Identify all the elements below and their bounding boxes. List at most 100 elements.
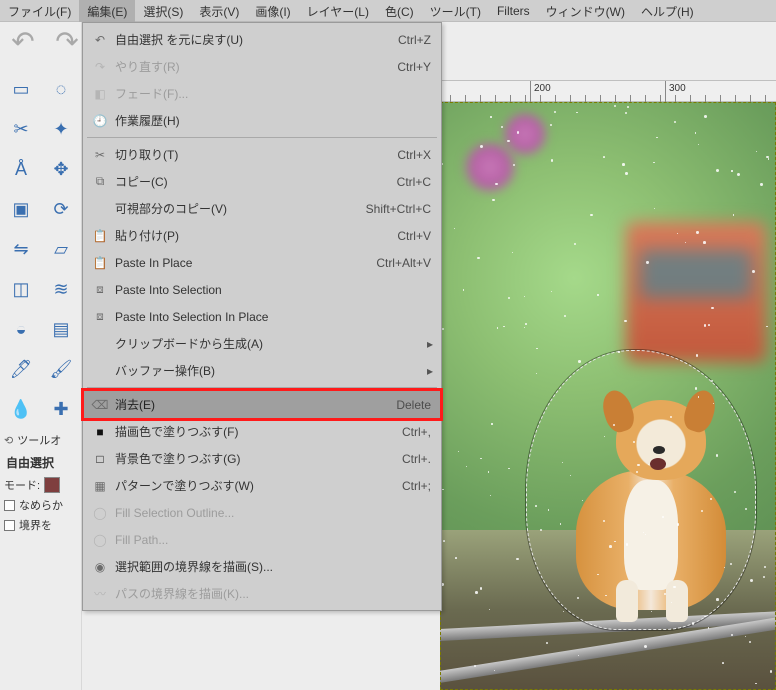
- tool-gradient[interactable]: ▤: [42, 310, 80, 348]
- current-tool-label: 自由選択: [0, 450, 78, 475]
- tool-options-panel: ⟲ ツールオ 自由選択 モード: なめらか 境界を: [0, 430, 78, 535]
- tool-brush[interactable]: 🖌: [42, 350, 80, 388]
- tool-fg-select[interactable]: ✦: [42, 110, 80, 148]
- tool-crop[interactable]: ▣: [2, 190, 40, 228]
- menu-7[interactable]: ツール(T): [422, 0, 489, 22]
- tool-rotate[interactable]: ⟳: [42, 190, 80, 228]
- menu-item[interactable]: ⧉コピー(C)Ctrl+C: [83, 168, 441, 195]
- undo-big-icon[interactable]: ↶: [6, 28, 40, 54]
- menu-item-label: Fill Path...: [111, 533, 431, 547]
- menu-4[interactable]: 画像(I): [247, 0, 298, 22]
- menu-item-label: パスの境界線を描画(K)...: [111, 585, 431, 602]
- menu-item[interactable]: 📋貼り付け(P)Ctrl+V: [83, 222, 441, 249]
- tool-free-select[interactable]: ◌: [42, 70, 80, 108]
- menu-item[interactable]: ⧈Paste Into Selection: [83, 276, 441, 303]
- menu-9[interactable]: ウィンドウ(W): [538, 0, 633, 22]
- copy-icon: ⧉: [89, 174, 111, 189]
- menu-3[interactable]: 表示(V): [191, 0, 247, 22]
- menu-item[interactable]: 可視部分のコピー(V)Shift+Ctrl+C: [83, 195, 441, 222]
- perspective-icon: ▱: [54, 239, 68, 260]
- canvas-bounds: [440, 102, 776, 690]
- menu-item[interactable]: 📋Paste In PlaceCtrl+Alt+V: [83, 249, 441, 276]
- menu-item-shortcut: Delete: [378, 398, 431, 412]
- feather-checkbox[interactable]: [4, 520, 15, 531]
- menu-item: ◯Fill Path...: [83, 526, 441, 553]
- tool-smudge[interactable]: 💧: [2, 390, 40, 428]
- tool-move[interactable]: ✥: [42, 150, 80, 188]
- crop-icon: ▣: [12, 199, 29, 220]
- menu-5[interactable]: レイヤー(L): [299, 0, 377, 22]
- menu-item[interactable]: 🕘作業履歴(H): [83, 107, 441, 134]
- redo-big-icon[interactable]: ↷: [50, 28, 84, 54]
- menu-8[interactable]: Filters: [489, 1, 538, 20]
- ink-icon: 🖊: [10, 359, 33, 380]
- heal-icon: ✚: [53, 399, 68, 420]
- menu-item-label: パターンで塗りつぶす(W): [111, 477, 384, 494]
- free-select-icon: ◌: [56, 79, 67, 100]
- mode-replace-icon[interactable]: [44, 477, 60, 493]
- menu-separator: [87, 387, 437, 388]
- tool-warp[interactable]: ≋: [42, 270, 80, 308]
- menu-1[interactable]: 編集(E): [79, 0, 135, 22]
- tool-measure[interactable]: Å: [2, 150, 40, 188]
- undo-icon: ↶: [89, 33, 111, 47]
- tool-scissors[interactable]: ✂: [2, 110, 40, 148]
- tool-ink[interactable]: 🖊: [2, 350, 40, 388]
- menu-item[interactable]: ⧈Paste Into Selection In Place: [83, 303, 441, 330]
- menu-item-shortcut: Shift+Ctrl+C: [348, 202, 431, 216]
- smudge-icon: 💧: [10, 399, 32, 420]
- menu-item-shortcut: Ctrl+V: [379, 229, 431, 243]
- menu-item[interactable]: ■描画色で塗りつぶす(F)Ctrl+,: [83, 418, 441, 445]
- mode-label: モード:: [4, 477, 40, 493]
- move-icon: ✥: [53, 159, 68, 180]
- menu-item-shortcut: Ctrl+.: [384, 452, 431, 466]
- menu-item[interactable]: ↶自由選択 を元に戻す(U)Ctrl+Z: [83, 26, 441, 53]
- feather-label: 境界を: [19, 517, 52, 533]
- menu-6[interactable]: 色(C): [377, 0, 422, 22]
- menu-item-label: 消去(E): [111, 396, 378, 413]
- tool-heal[interactable]: ✚: [42, 390, 80, 428]
- redo-icon: ↷: [89, 60, 111, 74]
- stroke-path-icon: 〰: [89, 585, 111, 602]
- menu-item[interactable]: ✂切り取り(T)Ctrl+X: [83, 141, 441, 168]
- menu-item[interactable]: クリップボードから生成(A)▸: [83, 330, 441, 357]
- menu-item[interactable]: ▦パターンで塗りつぶす(W)Ctrl+;: [83, 472, 441, 499]
- menu-item-label: Paste Into Selection In Place: [111, 310, 431, 324]
- menu-item-label: 背景色で塗りつぶす(G): [111, 450, 384, 467]
- menubar: ファイル(F)編集(E)選択(S)表示(V)画像(I)レイヤー(L)色(C)ツー…: [0, 0, 776, 22]
- menu-10[interactable]: ヘルプ(H): [633, 0, 702, 22]
- tool-perspective[interactable]: ▱: [42, 230, 80, 268]
- menu-item-label: 作業履歴(H): [111, 112, 431, 129]
- ruler-tick: [665, 81, 666, 103]
- menu-item: 〰パスの境界線を描画(K)...: [83, 580, 441, 607]
- antialias-checkbox[interactable]: [4, 500, 15, 511]
- fill-bg-icon: □: [89, 452, 111, 466]
- history-icons: ↶ ↷: [6, 28, 84, 54]
- reset-icon[interactable]: ⟲: [4, 434, 13, 447]
- menu-2[interactable]: 選択(S): [135, 0, 191, 22]
- menu-item: ↷やり直す(R)Ctrl+Y: [83, 53, 441, 80]
- ruler-horizontal: 200300: [440, 80, 776, 102]
- menu-item[interactable]: ⌫消去(E)Delete: [83, 391, 441, 418]
- stroke-icon: ◯: [89, 506, 111, 520]
- menu-item[interactable]: バッファー操作(B)▸: [83, 357, 441, 384]
- menu-item: ◧フェード(F)...: [83, 80, 441, 107]
- canvas[interactable]: [440, 102, 776, 690]
- tool-rect-select[interactable]: ▭: [2, 70, 40, 108]
- menu-item-label: コピー(C): [111, 173, 379, 190]
- cage-icon: ◫: [12, 279, 29, 300]
- menu-item[interactable]: □背景色で塗りつぶす(G)Ctrl+.: [83, 445, 441, 472]
- fill-fg-icon: ■: [89, 425, 111, 439]
- menu-item[interactable]: ◉選択範囲の境界線を描画(S)...: [83, 553, 441, 580]
- tool-bucket[interactable]: ◒: [2, 310, 40, 348]
- tool-flip[interactable]: ⇋: [2, 230, 40, 268]
- menu-item-label: Paste In Place: [111, 256, 358, 270]
- tool-cage[interactable]: ◫: [2, 270, 40, 308]
- menu-item-shortcut: Ctrl+Alt+V: [358, 256, 431, 270]
- toolbox: ▭ ◌ ✂✦Å ✥ ▣ ⟳ ⇋ ▱ ◫ ≋◒▤ 🖊 🖌 💧 ✚: [2, 70, 80, 428]
- menu-item-shortcut: Ctrl+Z: [380, 33, 431, 47]
- rotate-icon: ⟳: [53, 199, 68, 220]
- menu-item-label: 選択範囲の境界線を描画(S)...: [111, 558, 431, 575]
- menu-0[interactable]: ファイル(F): [0, 0, 79, 22]
- paste-into-icon: ⧈: [89, 282, 111, 297]
